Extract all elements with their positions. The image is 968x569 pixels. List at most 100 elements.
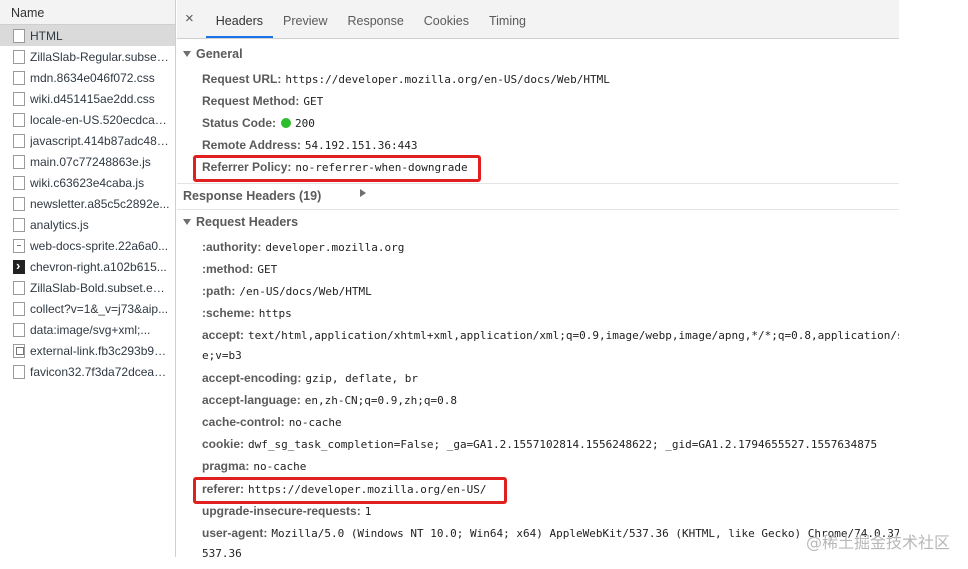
header-key: :method:	[202, 262, 254, 276]
request-row[interactable]: chevron-right.a102b615...	[0, 256, 175, 277]
response-headers-toggle[interactable]: Response Headers (19)	[183, 189, 366, 203]
request-details-panel: × Headers Preview Response Cookies Timin…	[177, 0, 899, 569]
image-icon	[13, 238, 25, 253]
tab-preview[interactable]: Preview	[273, 0, 337, 38]
header-key: accept:	[202, 328, 245, 342]
header-value: developer.mozilla.org	[265, 241, 405, 254]
request-row-label: analytics.js	[30, 217, 89, 232]
request-row[interactable]: data:image/svg+xml;...	[0, 319, 175, 340]
name-column-header[interactable]: Name	[0, 0, 175, 25]
request-row[interactable]: ZillaSlab-Bold.subset.e96...	[0, 277, 175, 298]
request-method-value: GET	[303, 95, 324, 108]
status-code-value: 200	[295, 117, 315, 130]
document-icon	[13, 133, 25, 148]
expand-arrow-icon	[183, 51, 191, 57]
request-row[interactable]: mdn.8634e046f072.css	[0, 67, 175, 88]
document-icon	[13, 91, 25, 106]
header-key: user-agent:	[202, 526, 268, 540]
document-icon	[13, 217, 25, 232]
upgrade-insecure-requests-row: upgrade-insecure-requests: 1	[202, 504, 371, 518]
tab-timing[interactable]: Timing	[479, 0, 536, 38]
accept-language-header-row: accept-language: en,zh-CN;q=0.9,zh;q=0.8	[202, 393, 457, 407]
status-ok-icon	[281, 118, 292, 128]
close-icon[interactable]: ×	[185, 10, 194, 27]
tab-response[interactable]: Response	[337, 0, 413, 38]
request-row-label: locale-en-US.520ecdcaef...	[30, 112, 170, 127]
document-icon	[13, 301, 25, 316]
header-value: GET	[257, 263, 278, 276]
request-row-label: favicon32.7f3da72dcea1...	[30, 364, 170, 379]
request-row[interactable]: collect?v=1&_v=j73&aip...	[0, 298, 175, 319]
request-row[interactable]: locale-en-US.520ecdcaef...	[0, 109, 175, 130]
document-icon	[13, 196, 25, 211]
request-row-label: wiki.c63623e4caba.js	[30, 175, 145, 190]
request-row-html[interactable]: HTML	[0, 25, 175, 46]
scheme-header-row: :scheme: https	[202, 306, 292, 320]
path-header-row: :path:/en-US/docs/Web/HTML	[202, 284, 372, 298]
request-row[interactable]: external-link.fb3c293b92...	[0, 340, 175, 361]
document-icon	[13, 280, 25, 295]
header-key: accept-encoding:	[202, 371, 302, 385]
document-icon	[13, 322, 25, 337]
request-row-label: data:image/svg+xml;...	[30, 322, 151, 337]
request-row[interactable]: analytics.js	[0, 214, 175, 235]
request-row-label: mdn.8634e046f072.css	[30, 70, 155, 85]
remote-address-row: Remote Address: 54.192.151.36:443	[202, 138, 418, 152]
document-icon	[13, 364, 25, 379]
general-section-toggle[interactable]: General	[183, 47, 243, 61]
user-agent-header-row: user-agent: Mozilla/5.0 (Windows NT 10.0;…	[202, 526, 899, 540]
header-value: https	[258, 307, 292, 320]
document-icon	[13, 49, 25, 64]
user-agent-continuation: 537.36	[202, 547, 242, 560]
accept-header-row: accept: text/html,application/xhtml+xml,a…	[202, 328, 899, 342]
accept-encoding-header-row: accept-encoding: gzip, deflate, br	[202, 371, 418, 385]
request-row[interactable]: wiki.d451415ae2dd.css	[0, 88, 175, 109]
collapse-arrow-icon	[360, 189, 366, 197]
request-row[interactable]: main.07c77248863e.js	[0, 151, 175, 172]
header-value: Mozilla/5.0 (Windows NT 10.0; Win64; x64…	[271, 527, 899, 540]
header-value: /en-US/docs/Web/HTML	[239, 285, 372, 298]
request-row-label: HTML	[30, 28, 63, 43]
request-row-label: web-docs-sprite.22a6a0...	[30, 238, 169, 253]
accept-header-continuation: e;v=b3	[202, 349, 242, 362]
request-row-label: chevron-right.a102b615...	[30, 259, 167, 274]
request-row[interactable]: newsletter.a85c5c2892e...	[0, 193, 175, 214]
header-key: :scheme:	[202, 306, 255, 320]
remote-address-key: Remote Address:	[202, 138, 301, 152]
request-row[interactable]: favicon32.7f3da72dcea1...	[0, 361, 175, 382]
document-icon	[13, 175, 25, 190]
request-headers-toggle[interactable]: Request Headers	[183, 215, 298, 229]
section-divider	[177, 209, 899, 210]
expand-arrow-icon	[183, 219, 191, 225]
header-key: pragma:	[202, 459, 250, 473]
referrer-policy-highlight	[193, 155, 481, 182]
request-headers-title: Request Headers	[196, 215, 299, 229]
cookie-header-row: cookie: dwf_sg_task_completion=False; _ga…	[202, 437, 877, 451]
tab-headers[interactable]: Headers	[205, 0, 274, 38]
header-key: :authority:	[202, 240, 262, 254]
header-key: upgrade-insecure-requests:	[202, 504, 361, 518]
document-icon	[13, 70, 25, 85]
watermark: @稀土掘金技术社区	[805, 533, 950, 552]
document-icon	[13, 154, 25, 169]
request-row-label: main.07c77248863e.js	[30, 154, 151, 169]
request-url-row: Request URL: https://developer.mozilla.or…	[202, 72, 610, 86]
header-value: gzip, deflate, br	[305, 372, 418, 385]
status-code-row: Status Code: 200	[202, 116, 315, 130]
request-row-label: ZillaSlab-Bold.subset.e96...	[30, 280, 170, 295]
document-icon	[13, 112, 25, 127]
request-row[interactable]: wiki.c63623e4caba.js	[0, 172, 175, 193]
header-key: cookie:	[202, 437, 245, 451]
header-key: cache-control:	[202, 415, 285, 429]
header-value: 1	[364, 505, 372, 518]
request-row[interactable]: javascript.414b87adc480.js	[0, 130, 175, 151]
request-row-label: javascript.414b87adc480.js	[30, 133, 170, 148]
tab-cookies[interactable]: Cookies	[414, 0, 479, 38]
request-row[interactable]: web-docs-sprite.22a6a0...	[0, 235, 175, 256]
header-key: :path:	[202, 284, 236, 298]
request-url-key: Request URL:	[202, 72, 282, 86]
document-icon	[13, 28, 25, 43]
chevron-icon	[13, 258, 25, 274]
request-row[interactable]: ZillaSlab-Regular.subset....	[0, 46, 175, 67]
section-divider	[177, 183, 899, 184]
